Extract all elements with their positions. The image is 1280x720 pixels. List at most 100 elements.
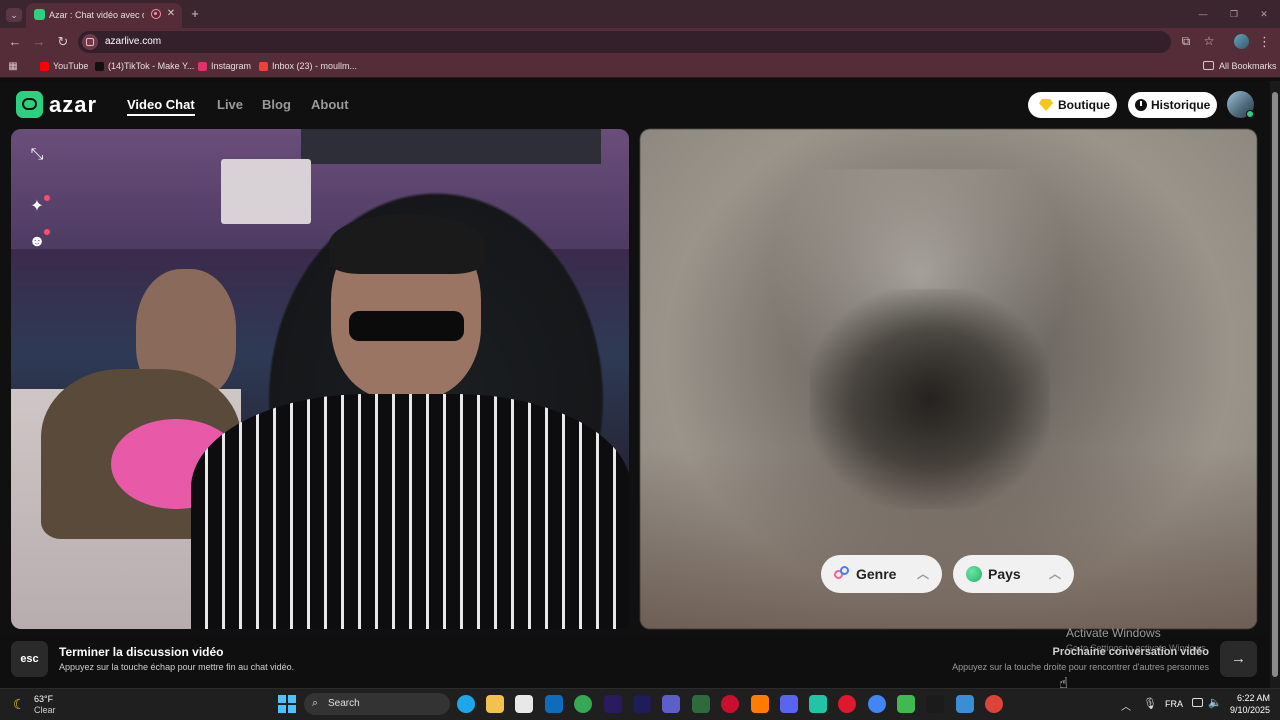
minimize-icon[interactable]: — (1196, 7, 1210, 21)
diamond-icon (1039, 99, 1053, 111)
outlook-icon[interactable] (545, 695, 563, 713)
nav-video-chat[interactable]: Video Chat (127, 97, 195, 112)
illustrator-icon[interactable] (751, 695, 769, 713)
bookmark-link[interactable]: (14)TikTok - Make Y... (108, 61, 194, 71)
task-view-icon[interactable] (956, 695, 974, 713)
teams-icon[interactable] (662, 695, 680, 713)
azar-logo-icon (16, 91, 43, 118)
reload-icon[interactable]: ↻ (56, 35, 70, 49)
sticker-notification-dot (44, 229, 50, 235)
end-chat-title: Terminer la discussion vidéo (59, 645, 224, 659)
capture-icon[interactable] (692, 695, 710, 713)
blur-bottom (640, 449, 1257, 629)
bookmark-link[interactable]: YouTube (53, 61, 88, 71)
video-hair (329, 214, 484, 274)
bookmark-star-icon[interactable]: ☆ (1202, 34, 1216, 48)
store-icon[interactable] (515, 695, 533, 713)
gender-icon (834, 566, 850, 582)
address-bar[interactable]: azarlive.com ⧉ ☆ (78, 31, 1214, 53)
forward-arrow-icon[interactable]: → (32, 35, 46, 49)
folder-icon (1203, 61, 1214, 70)
end-chat-subtitle: Appuyez sur la touche échap pour mettre … (59, 662, 295, 672)
instagram-icon (198, 62, 207, 71)
weather-condition: Clear (34, 705, 56, 715)
edge-icon[interactable] (457, 695, 475, 713)
windows-start-icon[interactable] (278, 695, 296, 713)
clock-time[interactable]: 6:22 AM (1228, 693, 1270, 703)
capcut-icon[interactable] (809, 695, 827, 713)
url-text: azarlive.com (105, 36, 162, 47)
close-window-icon[interactable]: ✕ (1257, 7, 1271, 21)
cast-icon[interactable]: ⧉ (1179, 34, 1193, 48)
video-sunglasses (349, 311, 464, 341)
profile-avatar[interactable] (1234, 34, 1249, 49)
nav-blog[interactable]: Blog (262, 97, 291, 112)
pays-label: Pays (988, 566, 1021, 582)
clock-date: 9/10/2025 (1229, 705, 1270, 715)
genre-label: Genre (856, 566, 897, 582)
boutique-label: Boutique (1058, 98, 1110, 112)
search-icon: ⌕ (312, 697, 319, 709)
apps-grid-icon[interactable]: ▦ (7, 60, 19, 74)
nav-about[interactable]: About (311, 97, 349, 112)
tab-title: Azar : Chat vidéo avec de n (49, 10, 144, 20)
menu-kebab-icon[interactable]: ⋮ (1258, 35, 1271, 49)
historique-button[interactable]: Historique (1128, 92, 1217, 118)
language-indicator[interactable]: FRA (1165, 699, 1183, 709)
chevron-up-icon: ︿ (1049, 567, 1062, 581)
weather-temp[interactable]: 63°F (34, 694, 53, 704)
azar-logo[interactable]: azar (49, 92, 97, 118)
back-arrow-icon[interactable]: ← (8, 35, 22, 49)
boutique-button[interactable]: Boutique (1028, 92, 1117, 118)
chrome-alt-icon[interactable] (868, 695, 886, 713)
taskbar-search-box[interactable]: ⌕ Search (304, 693, 450, 715)
tab-search-button[interactable]: ⌄ (6, 8, 22, 22)
chevron-up-icon: ︿ (917, 567, 930, 581)
tab-close-icon[interactable]: ✕ (165, 7, 177, 21)
discord-icon[interactable] (780, 695, 798, 713)
new-tab-icon[interactable]: + (188, 7, 202, 21)
remote-video-blurred (640, 129, 1257, 629)
opera-icon[interactable] (838, 695, 856, 713)
volume-icon[interactable]: 🔈 (1208, 696, 1222, 709)
clock-icon (1135, 99, 1147, 111)
all-bookmarks-link[interactable]: All Bookmarks (1219, 61, 1277, 71)
site-info-icon[interactable] (82, 34, 98, 50)
tab-active[interactable]: Azar : Chat vidéo avec de n ✕ (26, 3, 182, 28)
recording-icon (151, 9, 161, 19)
bookmark-link[interactable]: Inbox (23) - moullm... (272, 61, 357, 71)
nav-live[interactable]: Live (217, 97, 243, 112)
local-video (11, 129, 629, 629)
logitech-icon[interactable] (926, 695, 944, 713)
youtube-icon (40, 62, 49, 71)
activate-windows-subtitle: Go to Settings to activate Windows. (1066, 643, 1209, 653)
premiere-icon[interactable] (604, 695, 622, 713)
collapse-icon[interactable]: ⤡ (25, 143, 49, 167)
genre-filter-button[interactable]: Genre ︿ (821, 555, 942, 593)
maximize-icon[interactable]: ❐ (1227, 7, 1241, 21)
chrome-profile-icon[interactable] (985, 695, 1003, 713)
video-striped-shirt (191, 394, 629, 629)
microphone-icon[interactable]: 🎙 (1143, 697, 1157, 710)
scrollbar-thumb[interactable] (1272, 92, 1278, 677)
effects-notification-dot (44, 195, 50, 201)
gmail-icon (259, 62, 268, 71)
next-chat-subtitle: Appuyez sur la touche droite pour rencon… (952, 662, 1209, 672)
search-placeholder: Search (328, 698, 360, 709)
online-status-dot (1246, 110, 1254, 118)
activate-windows-title: Activate Windows (1066, 626, 1161, 640)
esc-key-button[interactable]: esc (11, 641, 48, 677)
file-explorer-icon[interactable] (486, 695, 504, 713)
opera-gx-icon[interactable] (721, 695, 739, 713)
media-player-icon[interactable] (897, 695, 915, 713)
after-effects-icon[interactable] (633, 695, 651, 713)
network-icon[interactable] (1192, 698, 1203, 707)
next-arrow-button[interactable]: → (1220, 641, 1257, 677)
historique-label: Historique (1151, 98, 1211, 112)
globe-icon (966, 566, 982, 582)
tray-chevron-up-icon[interactable]: ︿ (1121, 698, 1131, 713)
pays-filter-button[interactable]: Pays ︿ (953, 555, 1074, 593)
bookmark-link[interactable]: Instagram (211, 61, 251, 71)
azar-favicon-icon (34, 9, 45, 20)
chrome-icon[interactable] (574, 695, 592, 713)
